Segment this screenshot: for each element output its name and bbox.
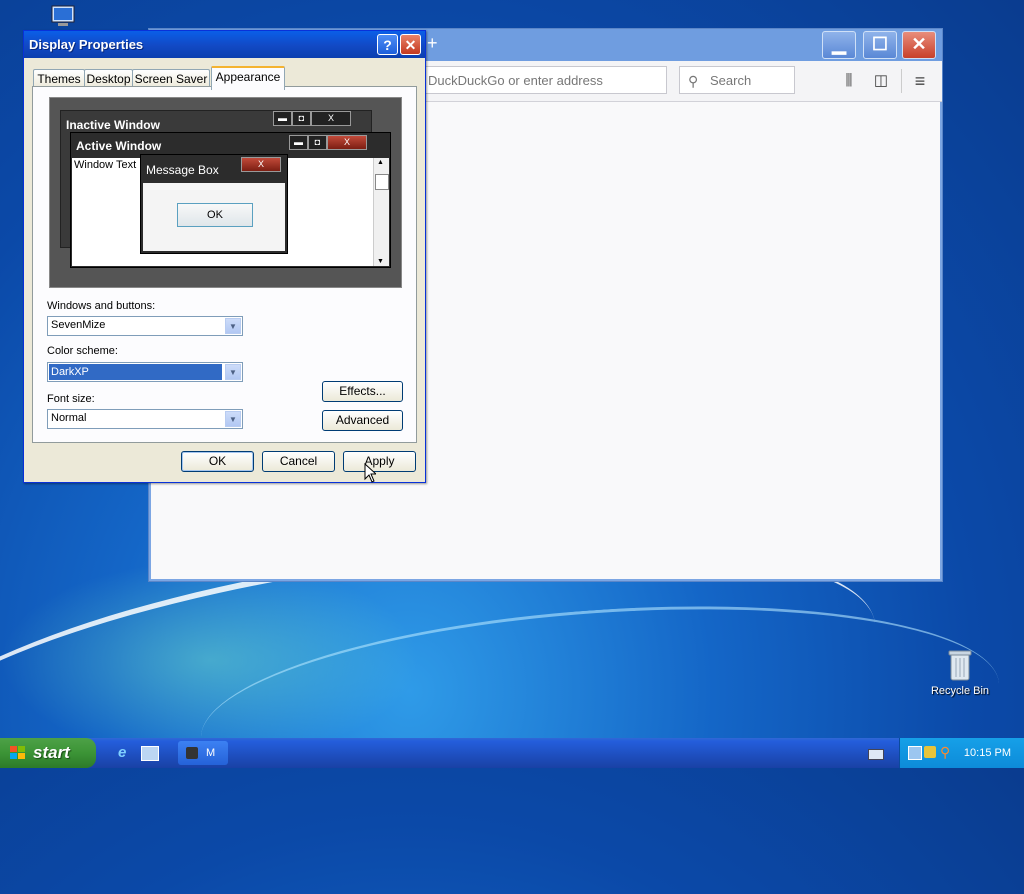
system-tray: ⚲ 10:15 PM — [899, 738, 1024, 768]
start-label: start — [33, 743, 70, 762]
windows-buttons-value: SevenMize — [51, 319, 106, 331]
preview-max-icon: ◘ — [292, 111, 311, 126]
preview-min-icon: ▬ — [273, 111, 292, 126]
dialog-titlebar[interactable]: Display Properties ? ✕ — [24, 31, 425, 58]
tab-appearance[interactable]: Appearance — [211, 66, 285, 90]
taskbar: start e M ⚲ 10:15 PM — [0, 738, 1024, 768]
search-bar[interactable]: ⚲ Search — [679, 66, 795, 94]
message-box-body: OK — [143, 183, 285, 251]
security-icon[interactable] — [924, 746, 936, 758]
cancel-button[interactable]: Cancel — [262, 451, 335, 472]
preview-scrollbar: ▲ ▼ — [373, 158, 389, 266]
message-box-title: Message Box — [146, 163, 219, 177]
library-icon[interactable]: ⫼ — [839, 71, 859, 91]
recycle-bin-icon — [948, 650, 972, 681]
preview-min-icon: ▬ — [289, 135, 308, 150]
preview-close-icon: X — [327, 135, 367, 150]
mouse-cursor-icon — [364, 463, 376, 483]
display-properties-dialog[interactable]: Display Properties ? ✕ Themes Desktop Sc… — [23, 30, 426, 483]
recycle-bin-label: Recycle Bin — [930, 685, 990, 697]
windows-buttons-label: Windows and buttons: — [47, 300, 156, 312]
search-tray-icon[interactable]: ⚲ — [940, 744, 950, 761]
font-size-select[interactable]: Normal ▼ — [47, 409, 243, 429]
dialog-title: Display Properties — [29, 37, 144, 52]
clock[interactable]: 10:15 PM — [964, 747, 1011, 759]
color-scheme-label: Color scheme: — [47, 345, 118, 357]
search-icon: ⚲ — [688, 73, 699, 89]
preview-close-icon: X — [311, 111, 351, 126]
start-button[interactable]: start — [0, 738, 96, 768]
recycle-bin-shortcut[interactable]: Recycle Bin — [924, 648, 996, 697]
show-desktop-icon[interactable] — [141, 746, 159, 761]
browser-maximize-button[interactable]: ☐ — [863, 31, 897, 59]
color-scheme-select[interactable]: DarkXP ▼ — [47, 362, 243, 382]
url-bar[interactable]: DuckDuckGo or enter address — [417, 66, 667, 94]
new-tab-button[interactable]: + — [427, 33, 438, 54]
preview-message-box: Message Box X OK — [140, 154, 288, 254]
network-icon[interactable] — [908, 746, 922, 760]
chevron-down-icon[interactable]: ▼ — [225, 364, 241, 380]
browser-close-button[interactable]: ✕ — [902, 31, 936, 59]
effects-button[interactable]: Effects... — [322, 381, 403, 402]
font-size-label: Font size: — [47, 393, 95, 405]
apply-button[interactable]: Apply — [343, 451, 416, 472]
app-icon — [186, 747, 198, 759]
browser-minimize-button[interactable]: ▁ — [822, 31, 856, 59]
dialog-close-button[interactable]: ✕ — [400, 34, 421, 55]
scroll-up-icon: ▲ — [377, 159, 384, 166]
menu-icon[interactable]: ≡ — [910, 71, 930, 91]
ie-icon[interactable]: e — [118, 745, 134, 761]
scroll-thumb — [375, 174, 389, 190]
windows-buttons-select[interactable]: SevenMize ▼ — [47, 316, 243, 336]
windows-flag-icon — [10, 746, 25, 759]
preview-max-icon: ◘ — [308, 135, 327, 150]
keyboard-icon[interactable] — [868, 749, 884, 760]
toolbar-divider — [901, 69, 902, 93]
inactive-window-title: Inactive Window — [66, 118, 160, 132]
sidebar-icon[interactable]: ◫ — [871, 71, 891, 91]
appearance-preview: Inactive Window ▬ ◘ X Active Window ▬ ◘ … — [49, 97, 402, 288]
chevron-down-icon[interactable]: ▼ — [225, 411, 241, 427]
window-text-sample: Window Text — [74, 159, 137, 171]
taskbar-item-label: M — [206, 747, 216, 759]
scroll-down-icon: ▼ — [377, 258, 384, 265]
ok-button[interactable]: OK — [181, 451, 254, 472]
active-window-title: Active Window — [76, 139, 162, 153]
advanced-button[interactable]: Advanced — [322, 410, 403, 431]
help-button[interactable]: ? — [377, 34, 398, 55]
search-placeholder: Search — [710, 73, 752, 88]
font-size-value: Normal — [51, 412, 87, 424]
message-close-icon: X — [241, 157, 281, 172]
computer-icon[interactable] — [48, 4, 80, 28]
taskbar-item[interactable]: M — [178, 741, 228, 765]
chevron-down-icon[interactable]: ▼ — [225, 318, 241, 334]
appearance-panel: Inactive Window ▬ ◘ X Active Window ▬ ◘ … — [32, 86, 417, 443]
preview-ok-button: OK — [177, 203, 253, 227]
color-scheme-value: DarkXP — [49, 364, 222, 380]
